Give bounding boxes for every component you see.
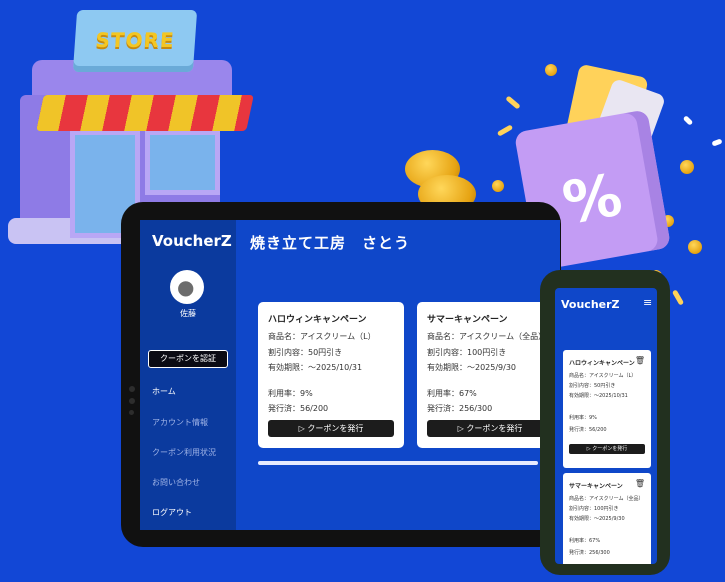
sidebar-item-home[interactable]: ホーム bbox=[152, 386, 176, 397]
issue-coupon-label: クーポンを発行 bbox=[307, 424, 364, 433]
phone-screen: VoucherZ ≡ ハロウィンキャンペーン 🗑 商品名：アイスクリーム（L） … bbox=[555, 288, 657, 564]
coupon-title: サマーキャンペーン bbox=[427, 315, 508, 325]
coupon-issued: 発行済：256/300 bbox=[569, 550, 610, 556]
coupon-issued: 発行済：256/300 bbox=[427, 404, 493, 413]
coupon-product: 商品名：アイスクリーム（全品） bbox=[427, 332, 547, 341]
trash-icon[interactable]: 🗑 bbox=[635, 479, 645, 488]
coupon-expiry: 有効期限：～2025/10/31 bbox=[569, 393, 628, 399]
trash-icon[interactable]: 🗑 bbox=[635, 356, 645, 365]
app-logo[interactable]: VoucherZ bbox=[561, 298, 620, 311]
coupon-card: ハロウィンキャンペーン 商品名：アイスクリーム（L） 割引内容：50円引き 有効… bbox=[258, 302, 404, 448]
coupon-issued: 発行済：56/200 bbox=[569, 427, 607, 433]
coupon-product: 商品名：アイスクリーム（L） bbox=[569, 373, 637, 379]
sidebar-item-logout[interactable]: ログアウト bbox=[152, 507, 192, 518]
menu-icon[interactable]: ≡ bbox=[643, 296, 652, 309]
confetti-icon bbox=[505, 95, 521, 110]
page-title: 焼き立て工房 さとう bbox=[250, 234, 411, 252]
store-awning bbox=[36, 95, 254, 131]
sidebar-item-account[interactable]: アカウント情報 bbox=[152, 417, 208, 428]
issue-coupon-button[interactable]: ▷ クーポンを発行 bbox=[427, 420, 553, 437]
coupon-card: サマーキャンペーン 商品名：アイスクリーム（全品） 割引内容：100円引き 有効… bbox=[417, 302, 560, 448]
coupon-usage: 利用率：67% bbox=[427, 389, 477, 398]
issue-coupon-button[interactable]: ▷ クーポンを発行 bbox=[569, 444, 645, 454]
confetti-icon bbox=[682, 115, 694, 126]
user-name: 佐藤 bbox=[180, 309, 196, 318]
coupon-title: サマーキャンペーン bbox=[569, 483, 623, 490]
coupon-expiry: 有効期限：～2025/10/31 bbox=[268, 363, 363, 372]
issue-coupon-label: クーポンを発行 bbox=[466, 424, 523, 433]
coin-icon bbox=[492, 180, 504, 192]
coin-icon bbox=[545, 64, 557, 76]
coin-icon bbox=[688, 240, 702, 254]
app-logo[interactable]: VoucherZ bbox=[152, 232, 232, 250]
sidebar-item-usage[interactable]: クーポン利用状況 bbox=[152, 447, 216, 458]
store-sign-text: STORE bbox=[94, 28, 176, 52]
confetti-icon bbox=[711, 138, 723, 147]
coupon-card: ハロウィンキャンペーン 🗑 商品名：アイスクリーム（L） 割引内容：50円引き … bbox=[563, 350, 651, 468]
coupon-discount: 割引内容：50円引き bbox=[569, 383, 616, 389]
coupon-product: 商品名：アイスクリーム（L） bbox=[268, 332, 376, 341]
camera-icon bbox=[129, 398, 135, 404]
issue-coupon-label: クーポンを発行 bbox=[592, 446, 628, 452]
issue-coupon-button[interactable]: ▷ クーポンを発行 bbox=[268, 420, 394, 437]
coupon-title: ハロウィンキャンペーン bbox=[569, 360, 635, 367]
horizontal-scrollbar[interactable] bbox=[258, 461, 538, 465]
sidebar: VoucherZ ● 佐藤 クーポンを認証 ホーム アカウント情報 クーポン利用… bbox=[140, 220, 236, 530]
coupon-usage: 利用率：9% bbox=[569, 415, 597, 421]
camera-icon bbox=[129, 386, 135, 392]
confetti-icon bbox=[671, 289, 685, 306]
coupon-usage: 利用率：67% bbox=[569, 538, 601, 544]
coupon-product: 商品名：アイスクリーム（全品） bbox=[569, 496, 644, 502]
sidebar-item-contact[interactable]: お問い合わせ bbox=[152, 477, 200, 488]
verify-coupon-button[interactable]: クーポンを認証 bbox=[148, 350, 228, 368]
coupon-discount: 割引内容：100円引き bbox=[427, 348, 507, 357]
tablet-screen: VoucherZ ● 佐藤 クーポンを認証 ホーム アカウント情報 クーポン利用… bbox=[140, 220, 560, 530]
camera-icon bbox=[129, 410, 134, 415]
coupon-card: サマーキャンペーン 🗑 商品名：アイスクリーム（全品） 割引内容：100円引き … bbox=[563, 473, 651, 564]
user-icon: ● bbox=[177, 275, 195, 299]
coin-icon bbox=[680, 160, 694, 174]
confetti-icon bbox=[496, 124, 514, 137]
coupon-discount: 割引内容：100円引き bbox=[569, 506, 619, 512]
coupon-title: ハロウィンキャンペーン bbox=[268, 315, 367, 325]
coupon-usage: 利用率：9% bbox=[268, 389, 313, 398]
coupon-expiry: 有効期限：～2025/9/30 bbox=[569, 516, 625, 522]
coupon-issued: 発行済：56/200 bbox=[268, 404, 329, 413]
store-window bbox=[145, 130, 220, 195]
coupon-discount: 割引内容：50円引き bbox=[268, 348, 343, 357]
store-sign: STORE bbox=[72, 10, 198, 72]
coupon-expiry: 有効期限：～2025/9/30 bbox=[427, 363, 517, 372]
